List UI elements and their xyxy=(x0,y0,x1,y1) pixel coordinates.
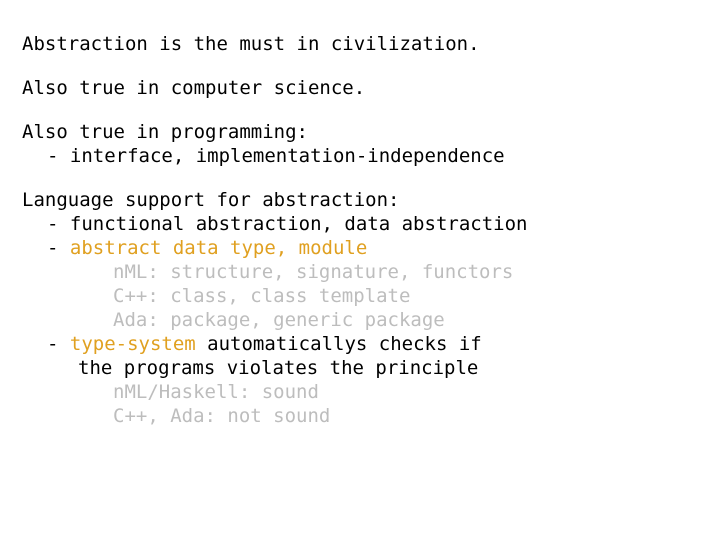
bullet-dash-icon: - xyxy=(47,333,70,355)
detail-line-nml-haskell-sound: nML/Haskell: sound xyxy=(113,381,319,403)
bullet-interface-label: interface, implementation-independence xyxy=(69,145,505,167)
bullet-interface: - interface, implementation-independence xyxy=(0,144,720,168)
text-line-also-true-programming: Also true in programming: xyxy=(22,121,308,143)
bullet-type-system: - type-system automaticallys checks if xyxy=(0,332,720,356)
bullet-type-system-rest: automaticallys checks if xyxy=(195,333,482,355)
slide-canvas: Abstraction is the must in civilization.… xyxy=(0,0,720,540)
bullet-abstract-data-type: - abstract data type, module xyxy=(0,236,720,260)
bullet-type-system-accent: type-system xyxy=(69,333,196,355)
text-line-language-support-heading: Language support for abstraction: xyxy=(22,189,400,211)
text-line-computer-science: Also true in computer science. xyxy=(22,77,366,99)
detail-line-cpp-ada-not-sound: C++, Ada: not sound xyxy=(113,405,331,427)
bullet-dash-icon: - xyxy=(47,213,70,235)
detail-line-nml-structures: nML: structure, signature, functors xyxy=(113,261,514,283)
text-line-abstraction-civilization: Abstraction is the must in civilization. xyxy=(22,33,480,55)
bullet-type-system-continuation: the programs violates the principle xyxy=(78,357,479,379)
bullet-dash-icon: - xyxy=(47,237,70,259)
bullet-abstract-data-type-label: abstract data type, module xyxy=(69,237,368,259)
detail-line-ada-package: Ada: package, generic package xyxy=(113,309,445,331)
bullet-functional-abstraction-label: functional abstraction, data abstraction xyxy=(69,213,528,235)
bullet-dash-icon: - xyxy=(47,145,70,167)
paragraph-language-support: Language support for abstraction: - func… xyxy=(0,188,720,428)
paragraph-programming: Also true in programming: - interface, i… xyxy=(0,120,720,168)
detail-line-cpp-class: C++: class, class template xyxy=(113,285,411,307)
paragraph-intro: Abstraction is the must in civilization. xyxy=(0,32,720,56)
paragraph-computer-science: Also true in computer science. xyxy=(0,76,720,100)
bullet-functional-abstraction: - functional abstraction, data abstracti… xyxy=(0,212,720,236)
